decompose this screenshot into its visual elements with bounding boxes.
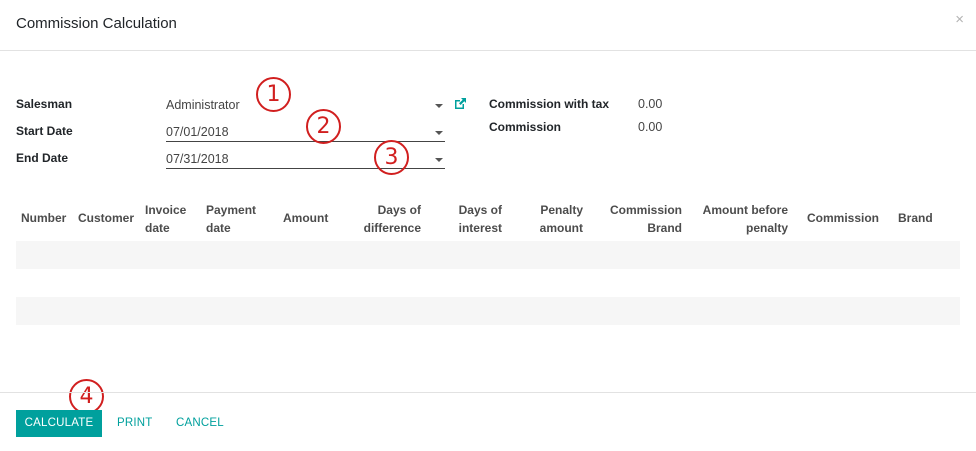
column-header-amount-before-penalty[interactable]: Amount before penalty [688,201,788,237]
table-row [16,241,960,269]
commission-with-tax-value: 0.00 [638,97,663,111]
annotation-marker-3: 3 [374,140,409,175]
table-row [16,269,960,297]
commission-with-tax-label: Commission with tax [489,97,610,111]
salesman-value: Administrator [166,98,240,112]
salesman-label: Salesman [16,97,73,111]
modal-header: Commission Calculation × [0,0,976,51]
commission-value: 0.00 [638,120,663,134]
caret-down-icon[interactable] [435,131,443,135]
end-date-value: 07/31/2018 [166,152,229,166]
external-link-icon[interactable] [453,97,467,111]
start-date-label: Start Date [16,124,73,138]
salesman-select[interactable]: Administrator [166,96,445,115]
column-header-days-of-difference[interactable]: Days of difference [356,201,421,237]
table-header: Number Customer Invoice date Payment date … [16,200,960,240]
column-header-brand[interactable]: Brand [898,209,933,227]
column-header-number[interactable]: Number [21,209,66,227]
calculate-button[interactable]: CALCULATE [16,410,102,437]
caret-down-icon[interactable] [435,158,443,162]
dialog-title: Commission Calculation [16,15,177,32]
caret-down-icon[interactable] [435,104,443,108]
end-date-label: End Date [16,151,69,165]
column-header-penalty-amount[interactable]: Penalty amount [523,201,583,237]
modal-footer: CALCULATE PRINT CANCEL [0,392,976,451]
column-header-amount[interactable]: Amount [283,209,328,227]
cancel-button[interactable]: CANCEL [176,410,224,437]
column-header-commission[interactable]: Commission [807,209,879,227]
annotation-marker-1: 1 [256,77,291,112]
column-header-days-of-interest[interactable]: Days of interest [441,201,502,237]
column-header-commission-brand[interactable]: Commission Brand [602,201,682,237]
column-header-payment-date[interactable]: Payment date [206,201,256,237]
print-button[interactable]: PRINT [117,410,153,437]
column-header-customer[interactable]: Customer [78,209,134,227]
table-row [16,297,960,325]
close-icon[interactable]: × [955,11,964,29]
start-date-value: 07/01/2018 [166,125,229,139]
commission-label: Commission [489,120,562,134]
column-header-invoice-date[interactable]: Invoice date [145,201,186,237]
annotation-marker-2: 2 [306,109,341,144]
